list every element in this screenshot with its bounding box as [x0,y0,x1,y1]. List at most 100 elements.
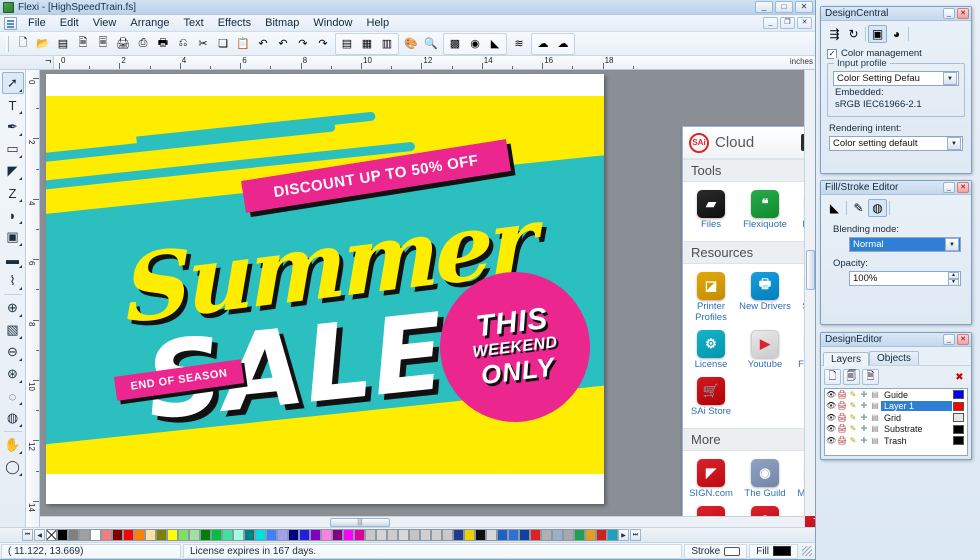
cut-button[interactable]: ✂ [193,34,213,54]
color-swatch[interactable] [387,529,398,541]
tool-flyout-arrow[interactable] [18,314,22,317]
cloud-item-sign-com[interactable]: ◤ SIGN.com [685,457,737,502]
pen-tool[interactable]: ✒ [2,116,24,138]
color-swatch[interactable] [376,529,387,541]
dc-tab-rotate[interactable]: ↻ [844,25,863,43]
color-swatch[interactable] [420,529,431,541]
layer-print-icon[interactable]: 🖨 [837,390,847,400]
color-swatch[interactable] [134,529,145,541]
eyedropper-button[interactable]: 🔍 [421,34,441,54]
eyedropper-tool[interactable]: ⌇ [2,270,24,292]
layer-visible-icon[interactable]: 👁 [826,390,836,400]
color-swatch[interactable] [178,529,189,541]
layer-edit-icon[interactable]: ✎ [848,424,858,434]
color-specs-button[interactable]: ◣ [485,34,505,54]
contour-tool[interactable]: ◗ [2,204,24,226]
fs-tab-shadow[interactable]: ◍ [868,199,887,217]
layer-print-icon[interactable]: 🖨 [837,436,847,446]
layer-print-icon[interactable]: 🖨 [837,413,847,423]
color-swatch[interactable] [68,529,79,541]
color-swatch[interactable] [431,529,442,541]
tool-flyout-arrow[interactable] [18,265,22,268]
color-swatch[interactable] [277,529,288,541]
paste-button[interactable]: 📋 [233,34,253,54]
cut-contour-button[interactable]: ⎌ [173,34,193,54]
tool-flyout-arrow[interactable] [18,243,22,246]
design-central-titlebar[interactable]: DesignCentral _ ✕ [821,7,971,21]
chevron-down-icon-2[interactable]: ▼ [947,137,961,150]
layer-edit-icon[interactable]: ✎ [848,436,858,446]
tool-flyout-arrow[interactable] [18,358,22,361]
design-editor-button[interactable]: ▦ [357,34,377,54]
color-swatch[interactable] [244,529,255,541]
layer-lock-icon[interactable]: ✛ [859,424,869,434]
layers-button[interactable]: ≋ [509,34,529,54]
layer-name[interactable]: Trash [881,436,952,446]
toolbar-grip[interactable] [6,35,9,52]
color-swatch[interactable] [607,529,618,541]
dc-tab-color[interactable]: ◕ [887,25,906,43]
fill-stroke-close-button[interactable]: ✕ [957,182,969,193]
color-swatch[interactable] [398,529,409,541]
tool-flyout-arrow[interactable] [18,402,22,405]
cloud-item-flexiquote[interactable]: ❝ Flexiquote [739,188,791,233]
cloud-item-license[interactable]: ⚙ License [685,328,737,373]
color-swatch[interactable] [57,529,68,541]
tool-flyout-arrow[interactable] [18,451,22,454]
layer-name[interactable]: Grid [881,413,952,423]
cloud-item-printer-profiles[interactable]: ◪ Printer Profiles [685,270,737,326]
color-management-checkbox[interactable]: ✓ [827,48,837,59]
cloud-item-the-guild[interactable]: ◉ The Guild [739,457,791,502]
menu-item-file[interactable]: File [21,16,53,30]
dc-tab-bitmap[interactable]: ▣ [868,25,887,43]
tool-flyout-arrow[interactable] [18,111,22,114]
layer-color-swatch[interactable] [953,401,964,411]
palette-prev-button[interactable]: ◀ [34,529,45,541]
color-swatch[interactable] [596,529,607,541]
layer-edit-icon[interactable]: ✎ [848,413,858,423]
cloud-item-youtube[interactable]: ▶ Youtube [739,328,791,373]
color-swatch[interactable] [222,529,233,541]
save-document-button[interactable]: ▤ [53,34,73,54]
menu-item-bitmap[interactable]: Bitmap [258,16,306,30]
cloud-item-new-drivers[interactable]: 🖶 New Drivers [739,270,791,326]
layer-color-swatch[interactable] [953,436,964,446]
production-button[interactable]: ▥ [377,34,397,54]
new-layer-button[interactable]: 🗋 [824,369,841,385]
canvas-hscroll-thumb[interactable]: ||| [330,518,390,527]
layer-color-swatch[interactable] [953,390,964,400]
color-swatch[interactable] [156,529,167,541]
color-swatch[interactable] [354,529,365,541]
blending-mode-combo[interactable]: Normal ▼ [849,237,961,252]
color-swatch[interactable] [475,529,486,541]
mdi-minimize-button[interactable]: _ [763,17,778,29]
measure-tool[interactable]: ▬ [2,248,24,270]
color-swatch[interactable] [167,529,178,541]
dc-tab-position[interactable]: ⇶ [825,25,844,43]
layer-print-icon[interactable]: 🖨 [837,401,847,411]
window-maximize-button[interactable]: □ [775,1,793,13]
layer-print-icon[interactable]: 🖨 [837,424,847,434]
fill-swatch-tool[interactable]: ◯ [2,456,24,478]
tool-flyout-arrow[interactable] [18,473,22,476]
zoom-selection-tool[interactable]: ⊛ [2,363,24,385]
menu-item-text[interactable]: Text [177,16,211,30]
color-swatch[interactable] [321,529,332,541]
tool-flyout-arrow[interactable] [18,199,22,202]
chevron-down-icon[interactable]: ▼ [943,72,957,85]
import-button[interactable]: 🗎 [73,34,93,54]
pan-tool[interactable]: ✋ [2,434,24,456]
design-editor-titlebar[interactable]: DesignEditor _ ✕ [821,333,971,347]
resize-grip[interactable] [802,546,812,556]
fill-stroke-titlebar[interactable]: Fill/Stroke Editor _ ✕ [821,181,971,195]
color-swatch[interactable] [365,529,376,541]
tool-flyout-arrow[interactable] [18,177,22,180]
menu-item-edit[interactable]: Edit [53,16,86,30]
select-tool[interactable]: ➚ [1,72,24,94]
layer-visible-icon[interactable]: 👁 [826,424,836,434]
layer-lock-icon[interactable]: ✛ [859,401,869,411]
tool-flyout-arrow[interactable] [18,133,22,136]
layer-row[interactable]: 👁 🖨 ✎ ✛ ▤ Guide [825,389,967,401]
color-swatch[interactable] [211,529,222,541]
layer-name[interactable]: Guide [881,390,952,400]
